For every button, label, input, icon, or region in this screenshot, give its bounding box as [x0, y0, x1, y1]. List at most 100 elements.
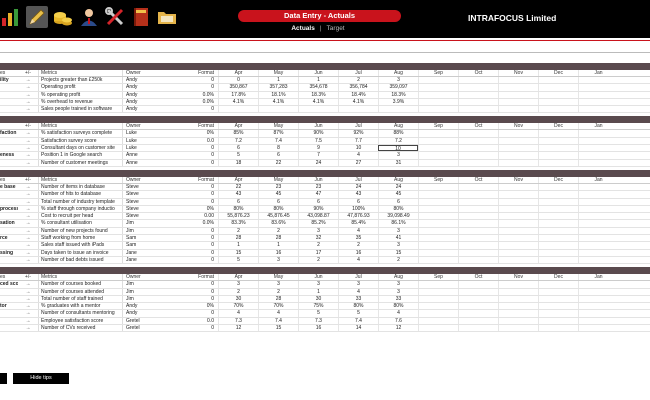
- value-cell[interactable]: [498, 98, 538, 106]
- value-cell[interactable]: [498, 303, 538, 310]
- value-cell[interactable]: [458, 310, 498, 317]
- value-cell[interactable]: 80%: [378, 303, 418, 310]
- value-cell[interactable]: 3: [378, 77, 418, 84]
- value-cell[interactable]: 6: [378, 198, 418, 205]
- expand-arrow[interactable]: →: [18, 303, 38, 309]
- value-cell[interactable]: 4: [338, 152, 378, 159]
- value-cell[interactable]: 3: [378, 281, 418, 288]
- value-cell[interactable]: 7.7: [338, 137, 378, 145]
- pencil-icon[interactable]: [26, 6, 48, 28]
- expand-arrow[interactable]: →: [18, 250, 38, 256]
- value-cell[interactable]: 23: [298, 183, 338, 191]
- value-cell[interactable]: [538, 325, 578, 332]
- value-cell[interactable]: [498, 130, 538, 137]
- expand-arrow[interactable]: →: [18, 99, 38, 105]
- value-cell[interactable]: 28: [218, 235, 258, 242]
- value-cell[interactable]: 4.1%: [218, 98, 258, 106]
- value-cell[interactable]: 43: [218, 191, 258, 198]
- value-cell[interactable]: [538, 130, 578, 137]
- value-cell[interactable]: [458, 205, 498, 213]
- value-cell[interactable]: [418, 310, 458, 317]
- value-cell[interactable]: 75%: [298, 303, 338, 310]
- value-cell[interactable]: [498, 91, 538, 98]
- expand-arrow[interactable]: →: [18, 152, 38, 158]
- value-cell[interactable]: 16: [298, 325, 338, 332]
- expand-arrow[interactable]: →: [18, 160, 38, 166]
- expand-arrow[interactable]: →: [18, 77, 38, 83]
- value-cell[interactable]: [418, 91, 458, 98]
- value-cell[interactable]: 92%: [338, 130, 378, 137]
- value-cell[interactable]: [458, 106, 498, 113]
- value-cell[interactable]: [418, 106, 458, 113]
- expand-arrow[interactable]: →: [18, 228, 38, 234]
- value-cell[interactable]: 43,098.87: [298, 213, 338, 220]
- expand-arrow[interactable]: →: [18, 213, 38, 219]
- value-cell[interactable]: [578, 130, 618, 137]
- value-cell[interactable]: [538, 220, 578, 227]
- coins-icon[interactable]: [52, 6, 74, 28]
- value-cell[interactable]: [458, 227, 498, 235]
- value-cell[interactable]: [578, 227, 618, 235]
- value-cell[interactable]: 1: [298, 77, 338, 84]
- value-cell[interactable]: 3: [378, 152, 418, 159]
- expand-arrow[interactable]: →: [18, 235, 38, 241]
- value-cell[interactable]: 12: [218, 325, 258, 332]
- value-cell[interactable]: [538, 281, 578, 288]
- value-cell[interactable]: [578, 249, 618, 256]
- value-cell[interactable]: 6: [258, 152, 298, 159]
- value-cell[interactable]: [418, 130, 458, 137]
- value-cell[interactable]: [538, 137, 578, 145]
- value-cell[interactable]: [538, 249, 578, 256]
- value-cell[interactable]: [458, 130, 498, 137]
- value-cell[interactable]: 7.4: [338, 317, 378, 325]
- value-cell[interactable]: 3: [338, 281, 378, 288]
- value-cell[interactable]: 30: [298, 295, 338, 303]
- expand-arrow[interactable]: →: [18, 199, 38, 205]
- value-cell[interactable]: 354,678: [298, 84, 338, 91]
- folder-icon[interactable]: [156, 6, 178, 28]
- value-cell[interactable]: [578, 317, 618, 325]
- value-cell[interactable]: [538, 295, 578, 303]
- value-cell[interactable]: 2: [378, 256, 418, 264]
- expand-arrow[interactable]: →: [18, 184, 38, 190]
- value-cell[interactable]: [418, 295, 458, 303]
- value-cell[interactable]: 14: [338, 325, 378, 332]
- value-cell[interactable]: 22: [218, 183, 258, 191]
- value-cell[interactable]: [498, 159, 538, 166]
- value-cell[interactable]: [418, 288, 458, 295]
- value-cell[interactable]: [418, 213, 458, 220]
- value-cell[interactable]: 2: [298, 242, 338, 249]
- value-cell[interactable]: 55,876.23: [218, 213, 258, 220]
- expand-arrow[interactable]: →: [18, 310, 38, 316]
- value-cell[interactable]: [578, 145, 618, 152]
- value-cell[interactable]: [498, 281, 538, 288]
- value-cell[interactable]: 35: [338, 235, 378, 242]
- value-cell[interactable]: [498, 242, 538, 249]
- value-cell[interactable]: [338, 106, 378, 113]
- value-cell[interactable]: [538, 159, 578, 166]
- value-cell[interactable]: 5: [218, 256, 258, 264]
- value-cell[interactable]: 88%: [378, 130, 418, 137]
- value-cell[interactable]: 15: [378, 249, 418, 256]
- value-cell[interactable]: 39,098.49: [378, 213, 418, 220]
- value-cell[interactable]: 6: [258, 198, 298, 205]
- value-cell[interactable]: [578, 98, 618, 106]
- value-cell[interactable]: [498, 137, 538, 145]
- expand-arrow[interactable]: →: [18, 145, 38, 151]
- value-cell[interactable]: 6: [218, 198, 258, 205]
- value-cell[interactable]: 7.3: [298, 317, 338, 325]
- value-cell[interactable]: 32: [298, 235, 338, 242]
- value-cell[interactable]: 4: [338, 256, 378, 264]
- expand-arrow[interactable]: →: [18, 220, 38, 226]
- expand-arrow[interactable]: →: [18, 84, 38, 90]
- value-cell[interactable]: [418, 77, 458, 84]
- value-cell[interactable]: 5: [218, 152, 258, 159]
- expand-arrow[interactable]: →: [18, 296, 38, 302]
- value-cell[interactable]: 3: [378, 242, 418, 249]
- book-icon[interactable]: [130, 6, 152, 28]
- value-cell[interactable]: [418, 325, 458, 332]
- value-cell[interactable]: [578, 288, 618, 295]
- value-cell[interactable]: [458, 77, 498, 84]
- value-cell[interactable]: 0: [218, 77, 258, 84]
- value-cell[interactable]: 80%: [258, 205, 298, 213]
